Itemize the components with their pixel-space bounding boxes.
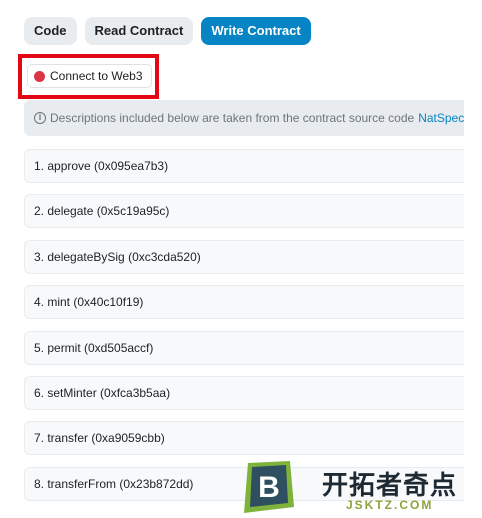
function-label: 6. setMinter (0xfca3b5aa) xyxy=(34,385,171,400)
connect-to-web3-button[interactable]: Connect to Web3 xyxy=(27,64,152,88)
function-item-approve[interactable]: 1. approve (0x095ea7b3) xyxy=(24,149,464,183)
function-item-delegatebysig[interactable]: 3. delegateBySig (0xc3cda520) xyxy=(24,239,464,274)
function-item-permit[interactable]: 5. permit (0xd505accf) xyxy=(24,330,464,365)
info-circle-icon: i xyxy=(34,112,46,124)
function-label: 3. delegateBySig (0xc3cda520) xyxy=(34,249,201,264)
contract-panel: Code Read Contract Write Contract Connec… xyxy=(0,0,482,518)
watermark-logo-icon: B xyxy=(244,461,294,513)
disconnected-status-dot-icon xyxy=(34,70,45,82)
function-label: 2. delegate (0x5c19a95c) xyxy=(34,204,170,219)
function-item-setminter[interactable]: 6. setMinter (0xfca3b5aa) xyxy=(24,375,464,410)
function-item-mint[interactable]: 4. mint (0x40c10f19) xyxy=(24,285,464,320)
tab-code[interactable]: Code xyxy=(24,17,77,45)
connect-button-label: Connect to Web3 xyxy=(50,69,143,83)
function-label: 7. transfer (0xa9059cbb) xyxy=(34,431,165,446)
function-label: 1. approve (0x095ea7b3) xyxy=(34,159,169,173)
info-text: Descriptions included below are taken fr… xyxy=(50,111,415,125)
natspec-link[interactable]: NatSpec xyxy=(418,111,464,125)
function-item-delegate[interactable]: 2. delegate (0x5c19a95c) xyxy=(24,194,464,229)
watermark-title: 开拓者奇点 xyxy=(322,470,458,500)
function-label: 5. permit (0xd505accf) xyxy=(34,340,154,355)
watermark-subtitle: JSKTZ.COM xyxy=(346,498,434,512)
tab-write-contract[interactable]: Write Contract xyxy=(201,17,311,45)
function-item-transfer[interactable]: 7. transfer (0xa9059cbb) xyxy=(24,421,464,456)
natspec-info-bar: i Descriptions included below are taken … xyxy=(24,100,464,136)
watermark-logo-letter: B xyxy=(258,471,280,504)
function-label: 8. transferFrom (0x23b872dd) xyxy=(34,476,194,491)
site-watermark: B 开拓者奇点 JSKTZ.COM xyxy=(238,458,482,518)
contract-tabs: Code Read Contract Write Contract xyxy=(24,17,311,45)
function-label: 4. mint (0x40c10f19) xyxy=(34,295,144,310)
tab-read-contract[interactable]: Read Contract xyxy=(84,17,194,45)
